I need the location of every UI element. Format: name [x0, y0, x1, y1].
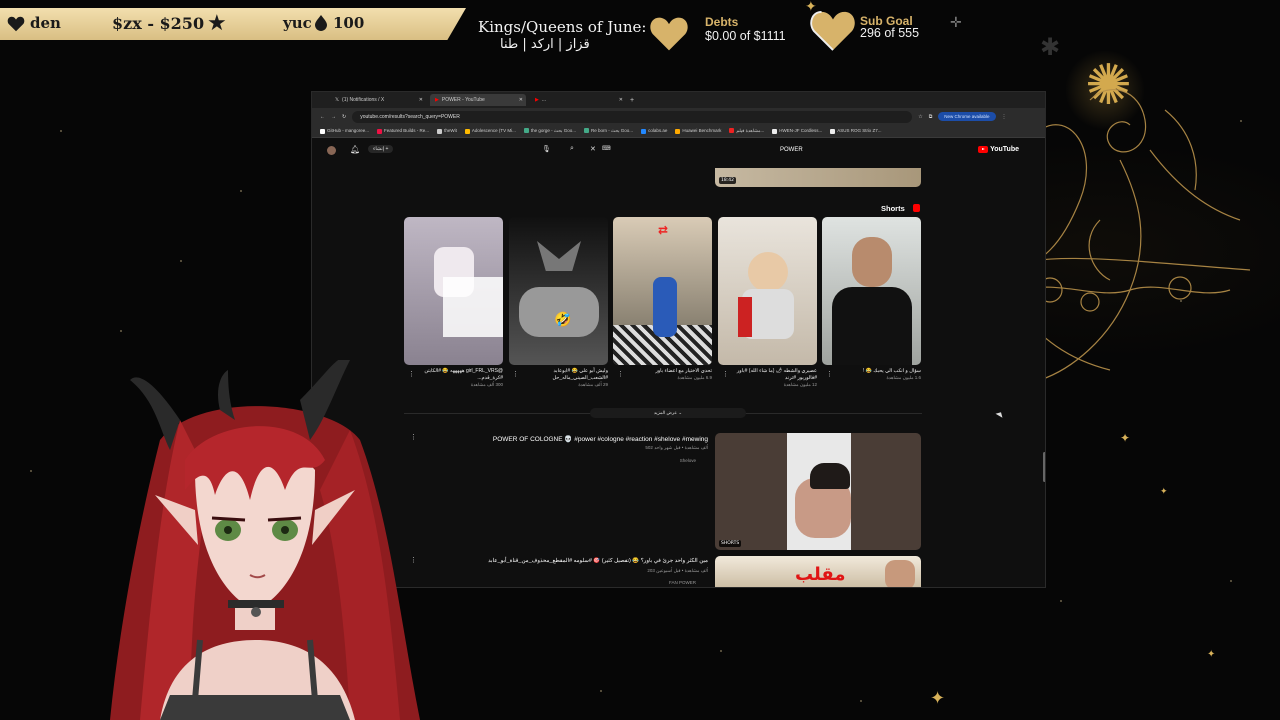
duration-badge: 18:42: [719, 177, 736, 184]
star-icon: ★: [207, 11, 227, 36]
short-caption[interactable]: تحدي الاختيار مع اعضاء باور 6.9 مليون مشا…: [613, 368, 712, 381]
bookmark-item[interactable]: theWit: [437, 128, 457, 134]
sparkle-icon: ✦: [1120, 431, 1131, 445]
keyboard-icon[interactable]: ⌨: [602, 145, 611, 152]
debts-title: Debts: [705, 15, 739, 29]
tab-bar: 𝕏 (1) Notifications / X ✕ ▶ POWER - YouT…: [312, 92, 1045, 108]
close-tab-icon[interactable]: ✕: [419, 97, 423, 103]
bookmark-item[interactable]: the gorge - بحث Goo...: [523, 128, 576, 134]
extensions-icon[interactable]: ⧉: [929, 114, 933, 120]
youtube-play-icon: [978, 146, 989, 153]
bookmark-star-icon[interactable]: ☆: [918, 114, 922, 120]
more-options-icon[interactable]: ⋮: [512, 370, 519, 378]
menu-icon[interactable]: ⋮: [1002, 114, 1007, 120]
short-thumbnail[interactable]: 🤣: [509, 217, 608, 365]
avatar[interactable]: [327, 146, 336, 155]
video-thumbnail[interactable]: مقلب: [715, 556, 921, 587]
new-chrome-available-button[interactable]: New Chrome available: [938, 112, 996, 121]
more-options-icon[interactable]: ⋮: [826, 370, 833, 378]
show-more-button[interactable]: عرض المزيد ⌄: [590, 408, 746, 418]
sub-goal-value: 296 of 555: [860, 26, 920, 40]
shorts-badge: SHORTS: [719, 540, 742, 547]
sparkle-icon: ✦: [930, 688, 946, 709]
kings-queens-title: Kings/Queens of June:: [478, 18, 647, 36]
tab-other[interactable]: ▶ ... ✕: [530, 94, 626, 106]
banner-item-den: den: [30, 14, 61, 32]
tab-notifications[interactable]: 𝕏 (1) Notifications / X ✕: [330, 94, 426, 106]
flame-icon: [315, 15, 327, 31]
bookmark-item[interactable]: GitHub - mangoree...: [320, 128, 369, 134]
short-thumbnail[interactable]: [404, 217, 503, 365]
video-meta: 203 ألف مشاهدة • قبل أسبوعين: [647, 568, 708, 573]
bookmark-item[interactable]: مشاهدة فيلم...: [729, 128, 764, 134]
clear-search-icon[interactable]: ✕: [590, 145, 596, 153]
video-thumbnail[interactable]: SHORTS: [715, 433, 921, 550]
microphone-icon[interactable]: 🎙︎: [542, 145, 551, 153]
banner-item-yuc: yuc: [283, 14, 312, 32]
shorts-heading: Shorts: [881, 204, 905, 213]
back-icon[interactable]: ←: [320, 114, 325, 120]
short-caption[interactable]: عصيري والشطه 🌶 (ما شاء الله) #باور #فالو…: [718, 368, 817, 388]
youtube-header: 🔔︎ إنشاء + 🎙︎ ⌕ ✕ ⌨ POWER YouTube: [312, 142, 1045, 162]
debts-value: $0.00 of $1111: [705, 29, 786, 43]
bookmark-item[interactable]: Re born - بحث Goo...: [583, 128, 633, 134]
url-bar[interactable]: youtube.com/results?search_query=POWER: [352, 110, 913, 123]
shorts-icon: [913, 204, 920, 212]
top-banner: [0, 8, 466, 40]
channel-name[interactable]: Shelove: [532, 458, 696, 463]
youtube-favicon-icon: ▶: [535, 97, 539, 103]
close-tab-icon[interactable]: ✕: [519, 97, 523, 103]
bookmark-item[interactable]: ASUS ROG Strix Z7...: [830, 128, 882, 134]
bookmark-item[interactable]: colabs.ae: [641, 128, 667, 134]
video-title[interactable]: مين الكثر واحد جرئ في باور؟ 😂 (تفصيل كثي…: [422, 558, 708, 564]
scrollbar[interactable]: [1043, 452, 1045, 482]
video-title[interactable]: POWER OF COLOGNE 💀 #power #cologne #reac…: [432, 435, 708, 443]
banner-item-zx: $zx - $250: [112, 14, 205, 33]
sub-goal-heart-icon: [810, 10, 855, 51]
short-thumbnail[interactable]: [822, 217, 921, 365]
thumbnail-text: مقلب: [795, 564, 846, 585]
short-thumbnail[interactable]: ⇄: [613, 217, 712, 365]
address-bar-row: ← → ↻ youtube.com/results?search_query=P…: [312, 108, 1045, 125]
vtuber-avatar: [110, 360, 420, 720]
search-icon[interactable]: ⌕: [570, 145, 574, 153]
video-meta: 502 ألف مشاهدة • قبل شهر واحد: [645, 445, 708, 450]
reload-icon[interactable]: ↻: [342, 114, 346, 120]
new-tab-button[interactable]: +: [630, 97, 634, 104]
tab-youtube[interactable]: ▶ POWER - YouTube ✕: [430, 94, 526, 106]
search-input[interactable]: POWER: [780, 147, 803, 153]
create-button[interactable]: إنشاء +: [368, 145, 394, 153]
sparkle-icon: ✛: [950, 15, 962, 31]
sparkle-icon: ✦: [1207, 649, 1216, 660]
youtube-logo[interactable]: YouTube: [978, 146, 1019, 153]
x-logo-icon: 𝕏: [335, 97, 340, 103]
short-caption[interactable]: سؤال و انكب الي يحبك 😂 ! 1.6 مليون مشاهدة: [822, 368, 921, 381]
forward-icon[interactable]: →: [331, 114, 336, 120]
heart-icon: [7, 16, 25, 32]
close-tab-icon[interactable]: ✕: [619, 97, 623, 103]
channel-name[interactable]: FAN POWER: [532, 580, 696, 585]
bookmark-item[interactable]: Adolescence (TV Mi...: [464, 128, 516, 134]
tab-label: ...: [541, 97, 547, 103]
kings-queens-names: قزاز | اركد | طنا: [500, 37, 590, 52]
sparkle-icon: ✦: [1160, 487, 1168, 497]
bookmarks-bar: GitHub - mangoree... Featured Builds - R…: [312, 125, 1045, 138]
video-thumbnail[interactable]: 18:42: [715, 168, 921, 187]
youtube-favicon-icon: ▶: [435, 97, 439, 103]
short-thumbnail[interactable]: [718, 217, 817, 365]
bookmark-item[interactable]: Featured Builds - Re...: [377, 128, 429, 134]
short-caption[interactable]: وليش أبو علي 😂 #ابوعابد #الشعب_الصيني_ما…: [509, 368, 608, 388]
tab-label: (1) Notifications / X: [342, 97, 385, 103]
notifications-bell-icon[interactable]: 🔔︎: [350, 145, 360, 154]
banner-item-100: 100: [333, 14, 365, 32]
more-options-icon[interactable]: ⋮: [617, 370, 624, 378]
more-options-icon[interactable]: ⋮: [722, 370, 729, 378]
url-text: youtube.com/results?search_query=POWER: [360, 113, 460, 120]
bookmark-item[interactable]: Huawei Benchmark: [675, 128, 721, 134]
debts-heart-icon: [650, 17, 688, 51]
bookmark-item[interactable]: HWEN-JF Cordless...: [772, 128, 822, 134]
tab-label: POWER - YouTube: [441, 97, 485, 103]
